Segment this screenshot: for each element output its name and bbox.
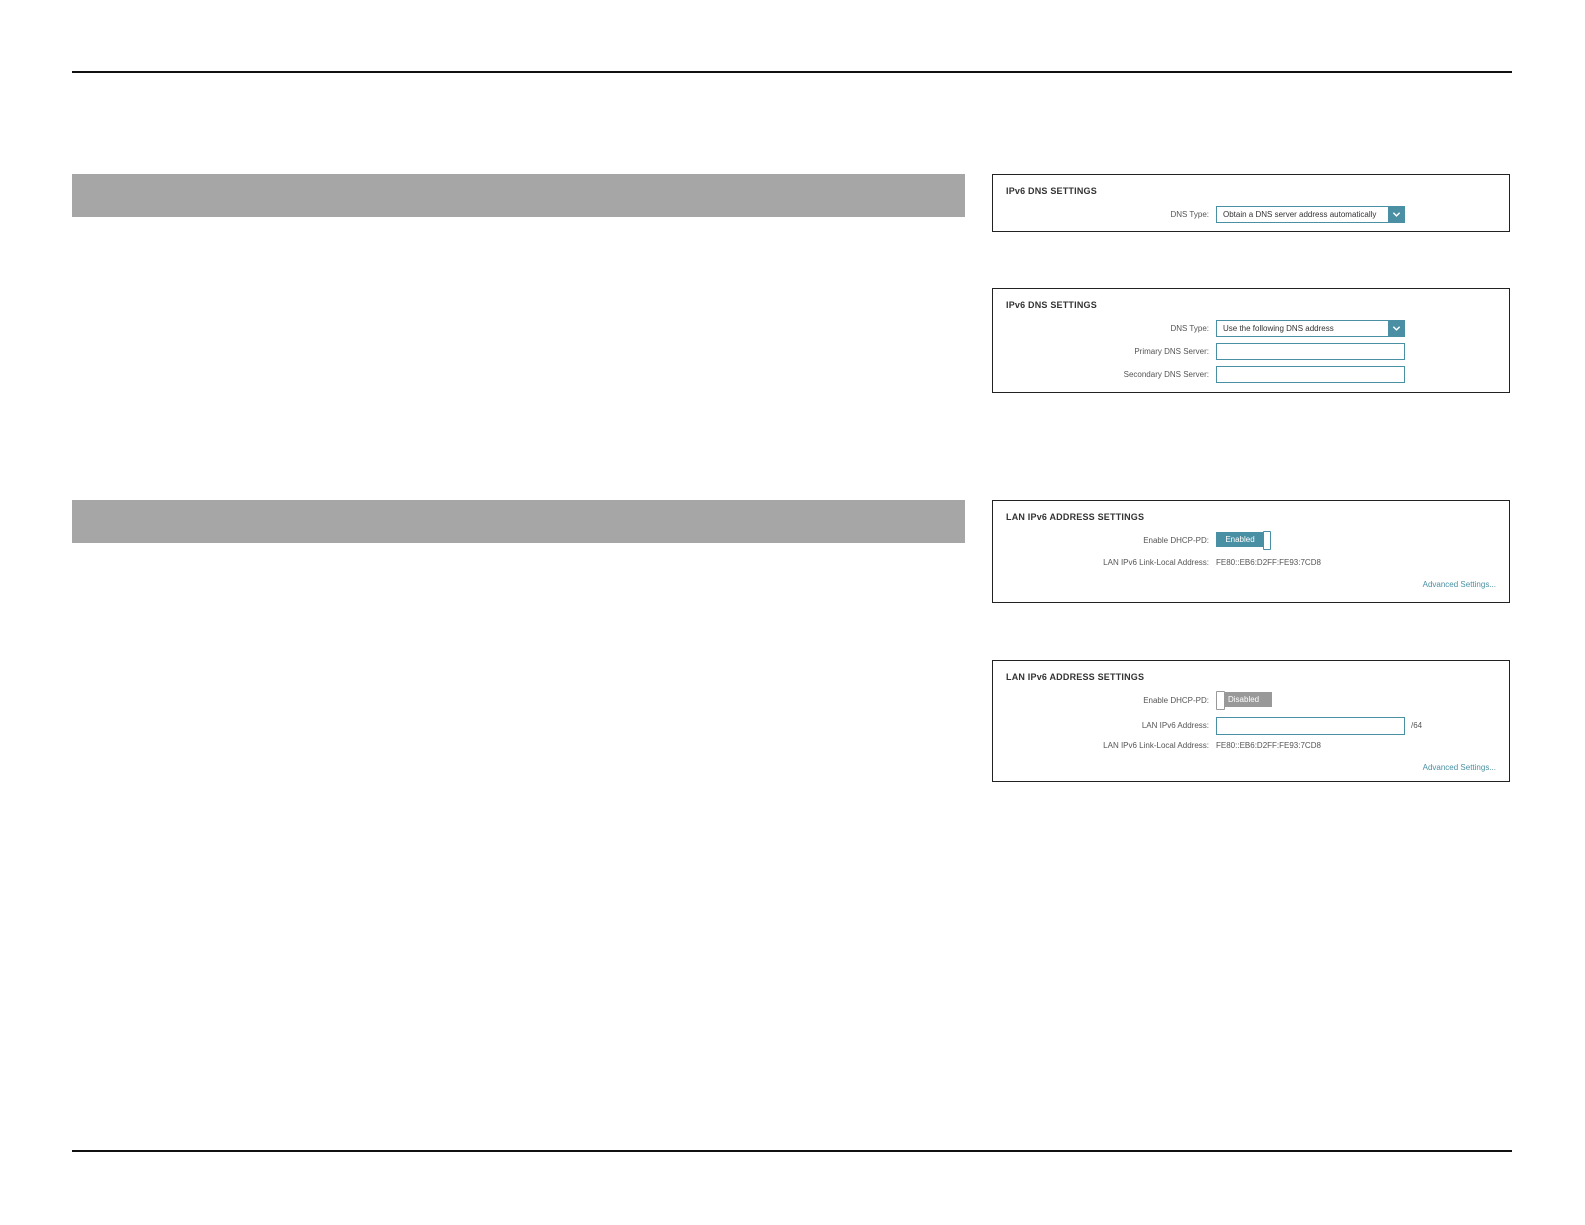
advanced-settings-link[interactable]: Advanced Settings...	[1423, 763, 1496, 772]
secondary-dns-input[interactable]	[1216, 366, 1405, 383]
top-rule	[72, 71, 1512, 73]
panel-title: LAN IPv6 ADDRESS SETTINGS	[1006, 672, 1145, 682]
toggle-state-label: Enabled	[1216, 532, 1264, 547]
ipv6-dns-settings-panel-auto: IPv6 DNS SETTINGS DNS Type: Obtain a DNS…	[992, 174, 1510, 232]
primary-dns-input[interactable]	[1216, 343, 1405, 360]
section-header-bar-dns	[72, 174, 965, 217]
section-header-bar-lan	[72, 500, 965, 543]
chevron-down-icon[interactable]	[1388, 321, 1404, 336]
chevron-down-icon[interactable]	[1388, 207, 1404, 222]
lan-ipv6-address-panel-disabled: LAN IPv6 ADDRESS SETTINGS Enable DHCP-PD…	[992, 660, 1510, 782]
secondary-dns-label: Secondary DNS Server:	[1123, 370, 1209, 379]
bottom-rule	[72, 1150, 1512, 1152]
enable-dhcp-pd-label: Enable DHCP-PD:	[1143, 536, 1209, 545]
toggle-state-label: Disabled	[1224, 692, 1272, 707]
panel-title: LAN IPv6 ADDRESS SETTINGS	[1006, 512, 1145, 522]
lan-ipv6-address-input[interactable]	[1216, 717, 1405, 735]
advanced-settings-link[interactable]: Advanced Settings...	[1423, 580, 1496, 589]
ipv6-dns-settings-panel-manual: IPv6 DNS SETTINGS DNS Type: Use the foll…	[992, 288, 1510, 393]
dhcp-pd-toggle[interactable]: Enabled	[1216, 531, 1272, 550]
link-local-label: LAN IPv6 Link-Local Address:	[1103, 741, 1209, 750]
dns-type-label: DNS Type:	[1170, 210, 1209, 219]
dns-type-selected-value: Use the following DNS address	[1223, 324, 1334, 333]
prefix-length-suffix: /64	[1411, 721, 1423, 730]
dns-type-select[interactable]: Use the following DNS address	[1216, 320, 1405, 337]
dhcp-pd-toggle[interactable]: Disabled	[1216, 691, 1272, 710]
toggle-knob[interactable]	[1263, 531, 1271, 550]
panel-title: IPv6 DNS SETTINGS	[1006, 186, 1097, 196]
link-local-value: FE80::EB6:D2FF:FE93:7CD8	[1216, 741, 1321, 750]
enable-dhcp-pd-label: Enable DHCP-PD:	[1143, 696, 1209, 705]
dns-type-selected-value: Obtain a DNS server address automaticall…	[1223, 210, 1377, 219]
link-local-label: LAN IPv6 Link-Local Address:	[1103, 558, 1209, 567]
panel-title: IPv6 DNS SETTINGS	[1006, 300, 1097, 310]
dns-type-label: DNS Type:	[1170, 324, 1209, 333]
dns-type-select[interactable]: Obtain a DNS server address automaticall…	[1216, 206, 1405, 223]
lan-ipv6-address-panel-enabled: LAN IPv6 ADDRESS SETTINGS Enable DHCP-PD…	[992, 500, 1510, 603]
lan-ipv6-address-label: LAN IPv6 Address:	[1141, 721, 1209, 730]
link-local-value: FE80::EB6:D2FF:FE93:7CD8	[1216, 558, 1321, 567]
primary-dns-label: Primary DNS Server:	[1134, 347, 1209, 356]
